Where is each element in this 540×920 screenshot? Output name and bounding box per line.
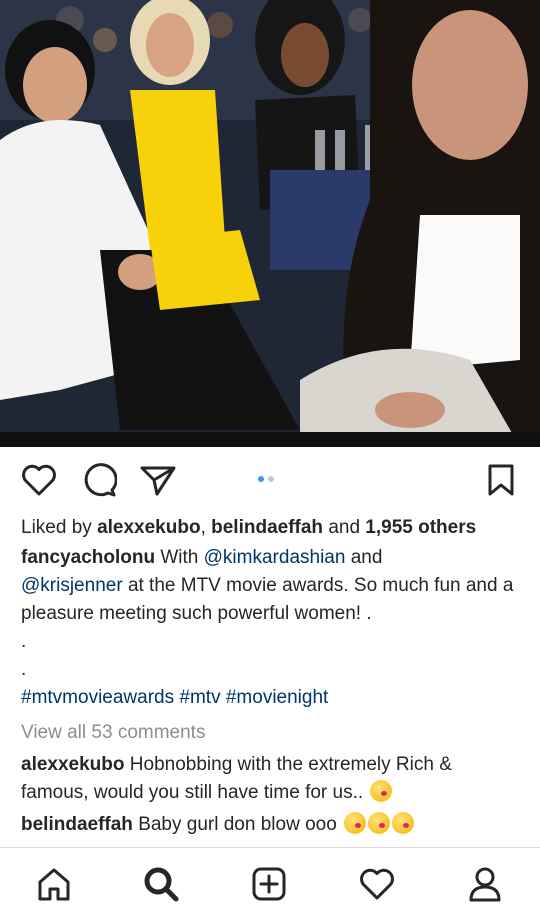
comment-username[interactable]: belindaeffah <box>21 814 133 835</box>
likes-line: Liked by alexxekubo, belindaeffah and 1,… <box>21 514 521 542</box>
hashtag-mtvmovieawards[interactable]: #mtvmovieawards <box>21 687 174 708</box>
share-button[interactable] <box>138 460 178 500</box>
caption-dot-2: . <box>21 659 27 680</box>
nav-home[interactable] <box>32 862 76 906</box>
carousel-indicator <box>258 476 274 482</box>
carousel-dot-active <box>258 476 264 482</box>
caption-text-2: and <box>350 547 383 568</box>
home-icon <box>38 868 70 901</box>
photo-illustration <box>0 0 540 447</box>
kiss-emoji-icon <box>392 812 415 834</box>
post-photo[interactable] <box>0 0 540 447</box>
hashtag-mtv[interactable]: #mtv <box>179 687 220 708</box>
like-button[interactable] <box>19 460 59 500</box>
activity-heart-icon <box>360 868 394 900</box>
comment-text: Baby gurl don blow ooo <box>138 814 337 835</box>
comment-button[interactable] <box>79 460 119 500</box>
save-button[interactable] <box>481 460 521 500</box>
photo-bottom-strip <box>0 432 540 447</box>
comment-username[interactable]: alexxekubo <box>21 754 125 775</box>
carousel-dot <box>268 476 274 482</box>
nav-profile[interactable] <box>463 862 507 906</box>
liker-belindaeffah[interactable]: belindaeffah <box>211 517 323 538</box>
likes-and: and <box>328 517 361 538</box>
likes-separator: , <box>200 517 206 538</box>
comment-icon <box>84 463 117 497</box>
add-post-icon <box>252 867 286 901</box>
view-all-comments-link[interactable]: View all 53 comments <box>21 719 521 747</box>
caption: fancyacholonu With @kimkardashian and @k… <box>21 544 521 712</box>
nav-new-post[interactable] <box>247 862 291 906</box>
search-icon <box>144 867 179 902</box>
nav-search[interactable] <box>139 862 183 906</box>
mention-krisjenner[interactable]: @krisjenner <box>21 575 123 596</box>
smirk-emoji-icon <box>370 780 393 802</box>
bottom-navigation <box>0 847 540 920</box>
heart-icon <box>22 464 56 496</box>
bookmark-icon <box>488 464 514 496</box>
profile-icon <box>469 867 501 902</box>
hashtag-movienight[interactable]: #movienight <box>226 687 328 708</box>
nav-activity[interactable] <box>355 862 399 906</box>
liker-alexxekubo[interactable]: alexxekubo <box>97 517 201 538</box>
caption-dot-1: . <box>21 631 27 652</box>
caption-text-1: With <box>160 547 199 568</box>
mention-kimkardashian[interactable]: @kimkardashian <box>204 547 346 568</box>
comment-item: belindaeffah Baby gurl don blow ooo <box>21 811 521 839</box>
caption-username[interactable]: fancyacholonu <box>21 547 155 568</box>
send-icon <box>140 466 176 496</box>
comment-item: alexxekubo Hobnobbing with the extremely… <box>21 751 521 807</box>
likes-prefix: Liked by <box>21 517 92 538</box>
kiss-emoji-icon <box>344 812 367 834</box>
kiss-emoji-icon <box>368 812 391 834</box>
likes-count[interactable]: 1,955 others <box>365 517 476 538</box>
